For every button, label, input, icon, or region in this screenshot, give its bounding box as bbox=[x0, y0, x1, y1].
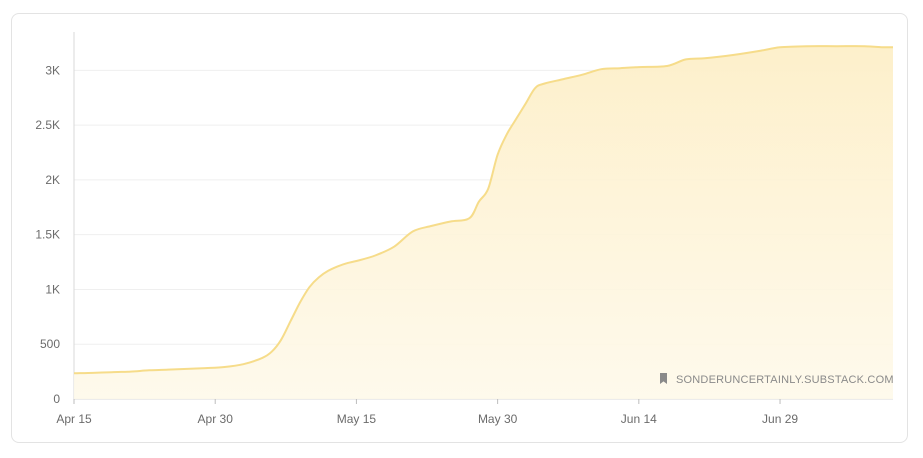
y-tick-label: 2.5K bbox=[35, 118, 60, 132]
y-tick-label: 2K bbox=[45, 173, 60, 187]
x-tick-label: May 30 bbox=[478, 412, 518, 426]
watermark-text: SONDERUNCERTAINLY.SUBSTACK.COM bbox=[676, 374, 894, 386]
x-tick-label: May 15 bbox=[337, 412, 377, 426]
x-tick-label: Jun 14 bbox=[621, 412, 657, 426]
plot-area bbox=[73, 45, 893, 400]
watermark: SONDERUNCERTAINLY.SUBSTACK.COM bbox=[660, 373, 894, 386]
subscriber-growth-chart: 0 500 1K 1.5K 2K 2.5K 3K Apr 15 Apr 30 May 15 May… bbox=[35, 32, 894, 426]
y-tick-label: 3K bbox=[45, 63, 60, 77]
x-tick-label: Apr 30 bbox=[198, 412, 234, 426]
y-tick-label: 500 bbox=[40, 337, 60, 351]
y-tick-label: 1.5K bbox=[35, 228, 60, 242]
series-area bbox=[74, 46, 893, 400]
x-tick-label: Apr 15 bbox=[56, 412, 92, 426]
y-tick-label: 1K bbox=[45, 282, 60, 296]
x-axis: Apr 15 Apr 30 May 15 May 30 Jun 14 Jun 29 bbox=[56, 399, 798, 426]
y-tick-label: 0 bbox=[53, 392, 60, 406]
y-axis: 0 500 1K 1.5K 2K 2.5K 3K bbox=[35, 63, 60, 406]
x-tick-label: Jun 29 bbox=[762, 412, 798, 426]
